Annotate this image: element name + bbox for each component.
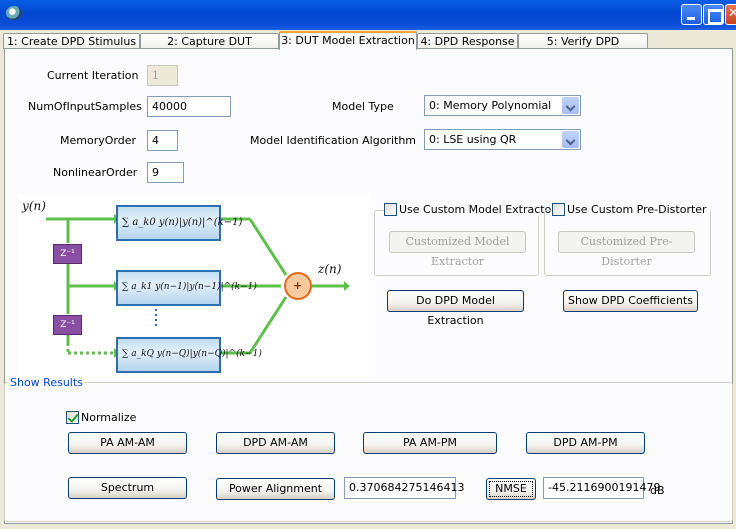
checkbox-checked-icon[interactable] [66,411,79,424]
pa-am-pm-button[interactable]: PA AM-PM [363,432,497,454]
memory-order-field[interactable]: 4 [147,130,178,151]
tab-dut-model-extraction[interactable]: 3: DUT Model Extraction [279,31,417,50]
num-input-samples-label: NumOfInputSamples [28,100,142,113]
branch-0-equation: ∑ a_k0 y(n)|y(n)|^(k−1) [122,217,243,228]
model-id-algorithm-select[interactable]: 0: LSE using QR [424,129,581,150]
nmse-value[interactable]: -45.2116900191479 [543,477,660,499]
tab-dpd-response[interactable]: 4: DPD Response [417,33,518,49]
branch-q-block: ∑ a_kQ y(n−Q)|y(n−Q)|^(k−1) [116,337,262,373]
checkbox-icon[interactable] [384,203,397,216]
delay-block-2: Z⁻¹ [53,315,82,335]
nonlinear-order-field[interactable]: 9 [147,162,184,183]
branch-q-equation: ∑ a_kQ y(n−Q)|y(n−Q)|^(k−1) [122,349,262,359]
maximize-button[interactable] [703,4,724,25]
customized-pre-distorter-button: Customized Pre-Distorter [558,231,695,268]
input-signal-label: y(n) [22,199,46,213]
pa-am-am-button[interactable]: PA AM-AM [68,432,187,454]
close-button[interactable] [725,4,736,25]
use-custom-pre-distorter-checkbox[interactable]: Use Custom Pre-Distorter [552,203,710,216]
normalize-checkbox[interactable]: Normalize [66,411,136,424]
dpd-am-am-button[interactable]: DPD AM-AM [216,432,335,454]
current-iteration-label: Current Iteration [47,69,139,82]
customized-model-extractor-button: Customized Model Extractor [389,231,526,268]
power-alignment-button[interactable]: Power Alignment [216,478,335,500]
model-type-select[interactable]: 0: Memory Polynomial [424,95,581,116]
show-results-legend: Show Results [8,376,85,389]
num-input-samples-field[interactable]: 40000 [147,96,231,117]
current-iteration-field: 1 [147,65,178,86]
branch-1-equation: ∑ a_k1 y(n−1)|y(n−1)|^(k−1) [122,282,257,292]
checkbox-icon[interactable] [552,203,565,216]
do-dpd-model-extraction-button[interactable]: Do DPD Model Extraction [387,290,524,327]
model-type-value: 0: Memory Polynomial [429,99,552,112]
dpd-am-pm-button[interactable]: DPD AM-PM [526,432,645,454]
show-dpd-coefficients-button[interactable]: Show DPD Coefficients [563,290,698,312]
tab-capture-dut-response[interactable]: 2: Capture DUT Response [140,33,279,63]
branch-1-block: ∑ a_k1 y(n−1)|y(n−1)|^(k−1) [116,270,257,306]
normalize-label: Normalize [81,411,137,424]
spectrum-button[interactable]: Spectrum [68,477,187,499]
use-custom-model-extractor-label: Use Custom Model Extractor [399,203,556,216]
summing-node: + [293,279,303,292]
output-signal-label: z(n) [318,262,342,276]
tab-verify-dpd-response[interactable]: 5: Verify DPD Response [518,33,648,63]
branch-0-block: ∑ a_k0 y(n)|y(n)|^(k−1) [116,205,242,241]
memory-order-label: MemoryOrder [60,134,136,147]
app-icon [6,6,22,20]
chevron-down-icon[interactable] [562,97,579,114]
power-alignment-value[interactable]: 0.370684275146413 [344,477,464,499]
nmse-unit: dB [650,484,665,497]
model-type-label: Model Type [332,100,394,113]
use-custom-pre-distorter-label: Use Custom Pre-Distorter [567,203,707,216]
title-bar [0,0,736,30]
chevron-down-icon[interactable] [562,131,579,148]
use-custom-model-extractor-checkbox[interactable]: Use Custom Model Extractor [384,203,559,216]
minimize-button[interactable] [681,4,702,25]
tab-create-dpd-stimulus[interactable]: 1: Create DPD Stimulus [3,33,140,49]
nmse-button[interactable]: NMSE [486,478,536,500]
model-id-algorithm-value: 0: LSE using QR [429,133,517,146]
model-id-algorithm-label: Model Identification Algorithm [250,134,417,147]
delay-block-1: Z⁻¹ [53,244,82,264]
memory-polynomial-diagram: y(n) z(n) + Z⁻¹ Z⁻¹ ∑ a_k0 y(n)|y(n)|^(k… [18,195,369,378]
nonlinear-order-label: NonlinearOrder [53,166,138,179]
